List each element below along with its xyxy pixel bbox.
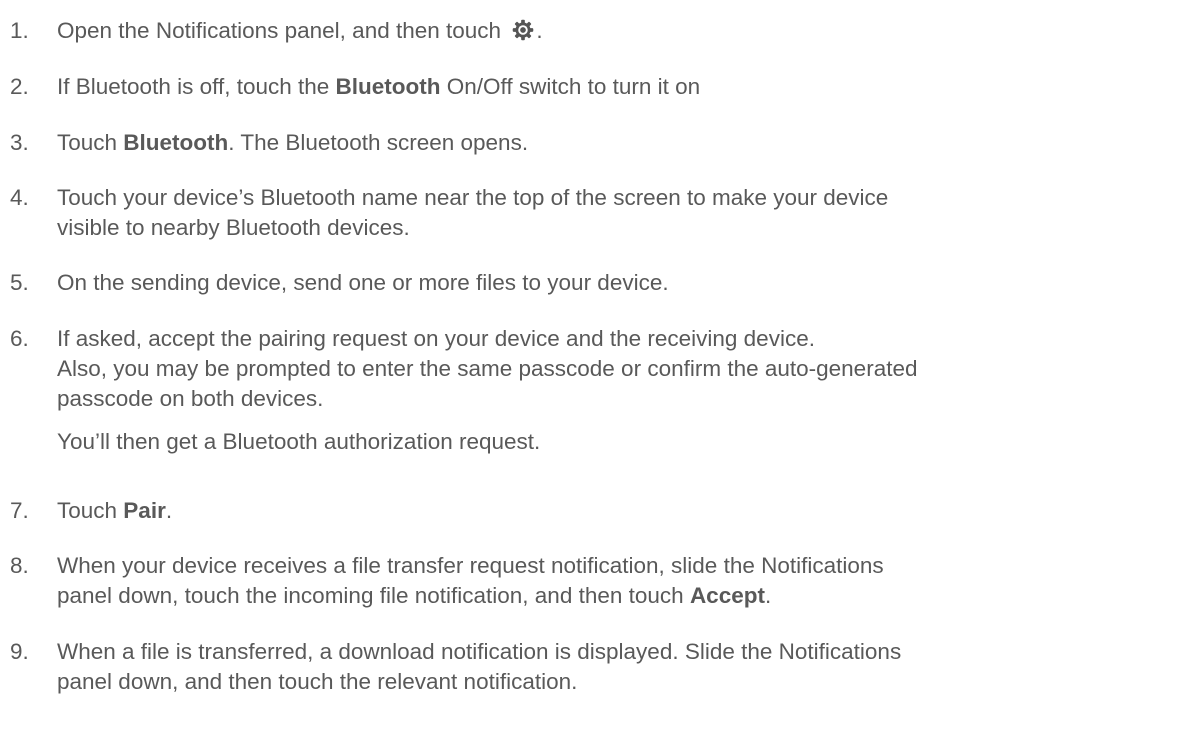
text-run: . xyxy=(165,498,173,523)
step-line: panel down, and then touch the relevant … xyxy=(57,669,578,694)
step-line: If asked, accept the pairing request on … xyxy=(57,326,815,351)
step-number: 3. xyxy=(10,130,29,155)
text-run: panel down, touch the incoming file noti… xyxy=(57,583,690,608)
step-number: 2. xyxy=(10,74,29,99)
step-line: visible to nearby Bluetooth devices. xyxy=(57,215,410,240)
text-run: . xyxy=(536,18,543,43)
text-run: . The Bluetooth screen opens. xyxy=(228,130,529,155)
step-line: When a file is transferred, a download n… xyxy=(57,639,902,664)
step-text: When your device receives a file transfe… xyxy=(57,551,1182,611)
step-text: If asked, accept the pairing request on … xyxy=(57,324,1182,457)
step-number: 4. xyxy=(10,185,29,210)
text-run: Touch xyxy=(57,130,124,155)
bold-term: Bluetooth xyxy=(335,74,441,99)
step-number: 9. xyxy=(10,639,29,664)
step-text: Touch Bluetooth. The Bluetooth screen op… xyxy=(57,128,1182,158)
step-text: If Bluetooth is off, touch the Bluetooth… xyxy=(57,72,1182,102)
step-text: Touch Pair. xyxy=(57,496,1182,526)
text-run: Open the Notifications panel, and then t… xyxy=(57,18,508,43)
step-text: On the sending device, send one or more … xyxy=(57,268,1182,298)
settings-gear-icon xyxy=(513,19,534,41)
step-text: Touch your device’s Bluetooth name near … xyxy=(57,183,1182,243)
step-text: When a file is transferred, a download n… xyxy=(57,637,1182,697)
text-run: . xyxy=(764,583,772,608)
step-number: 5. xyxy=(10,270,29,295)
step-line: Touch Pair. xyxy=(57,496,1182,526)
step-line: Touch Bluetooth. The Bluetooth screen op… xyxy=(57,128,1182,158)
step-number: 7. xyxy=(10,498,29,523)
bold-term: Pair xyxy=(123,498,166,523)
text-run: On/Off switch to turn it on xyxy=(440,74,701,99)
step-note: You’ll then get a Bluetooth authorizatio… xyxy=(57,429,541,454)
step-line: passcode on both devices. xyxy=(57,386,324,411)
step-line: Touch your device’s Bluetooth name near … xyxy=(57,185,889,210)
step-line: If Bluetooth is off, touch the Bluetooth… xyxy=(57,72,1182,102)
step-line: When your device receives a file transfe… xyxy=(57,553,884,578)
bold-term: Accept xyxy=(689,583,765,608)
text-run: If Bluetooth is off, touch the xyxy=(57,74,336,99)
step-line: Also, you may be prompted to enter the s… xyxy=(57,356,918,381)
step-line: Open the Notifications panel, and then t… xyxy=(57,16,1182,46)
step-line: panel down, touch the incoming file noti… xyxy=(57,581,1182,611)
step-number: 8. xyxy=(10,553,29,578)
step-line: On the sending device, send one or more … xyxy=(57,270,669,295)
step-number: 6. xyxy=(10,326,29,351)
step-text: Open the Notifications panel, and then t… xyxy=(57,16,1182,46)
step-number: 1. xyxy=(10,18,29,43)
text-run: Touch xyxy=(57,498,124,523)
bold-term: Bluetooth xyxy=(123,130,229,155)
